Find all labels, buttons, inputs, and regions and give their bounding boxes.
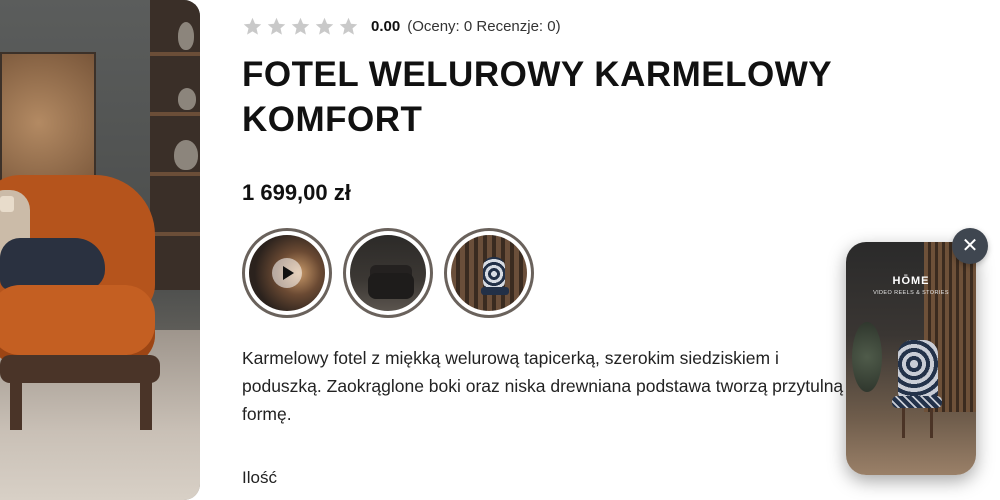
product-price: 1 699,00 zł — [242, 180, 351, 205]
rating-stars — [242, 16, 359, 37]
star-icon — [291, 17, 310, 35]
product-description: Karmelowy fotel z miękką welurową tapice… — [242, 348, 844, 424]
quantity-label: Ilość — [242, 468, 277, 487]
popup-brand: HŌME — [892, 275, 930, 287]
close-icon[interactable]: ✕ — [952, 228, 988, 264]
star-icon — [339, 17, 358, 35]
gallery-thumbnail[interactable] — [444, 228, 534, 318]
chair-image — [898, 340, 938, 400]
gallery-thumbnails — [242, 228, 534, 318]
product-rating[interactable]: 0.00 (Oceny: 0 Recenzje: 0) — [242, 15, 561, 37]
gallery-thumbnail[interactable] — [343, 228, 433, 318]
rating-value: 0.00 — [371, 17, 401, 35]
star-icon — [267, 17, 286, 35]
video-stories-popup[interactable]: HŌME VIDEO REELS & STORIES — [846, 242, 976, 475]
star-icon — [315, 17, 334, 35]
armchair-image — [368, 273, 414, 299]
chair-image — [483, 257, 505, 291]
popup-tagline: VIDEO REELS & STORIES — [873, 290, 949, 296]
rating-counts[interactable]: (Oceny: 0 Recenzje: 0) — [407, 18, 560, 35]
plant-image — [852, 322, 882, 392]
product-main-image[interactable] — [0, 0, 200, 500]
star-icon — [243, 17, 262, 35]
play-icon — [272, 258, 302, 288]
product-title: FOTEL WELUROWY KARMELOWY KOMFORT — [242, 55, 832, 139]
video-thumbnail[interactable] — [242, 228, 332, 318]
